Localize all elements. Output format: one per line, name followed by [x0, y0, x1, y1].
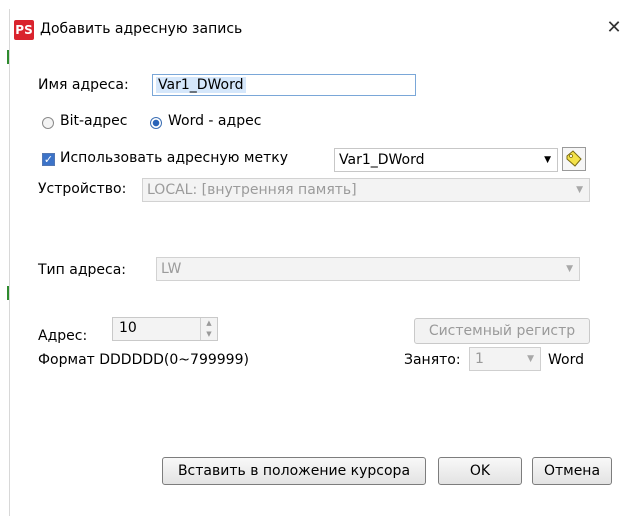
cancel-button[interactable]: Отмена — [532, 457, 612, 485]
close-icon[interactable]: ✕ — [604, 17, 624, 39]
chevron-down-icon: ▼ — [576, 185, 583, 195]
use-address-tag-label[interactable]: Использовать адресную метку — [60, 150, 288, 166]
app-icon: PS — [14, 20, 34, 40]
use-address-tag-checkbox[interactable]: ✓ — [42, 153, 55, 166]
chevron-down-icon: ▼ — [527, 354, 534, 364]
occupied-unit: Word — [548, 352, 584, 368]
device-combo[interactable]: LOCAL: [внутренняя память] ▼ — [142, 178, 590, 202]
chevron-down-icon: ▼ — [566, 264, 573, 274]
insert-at-cursor-button[interactable]: Вставить в положение курсора — [162, 457, 426, 485]
tag-button[interactable] — [562, 147, 586, 171]
dialog-title: Добавить адресную запись — [40, 21, 243, 37]
background-window-top — [9, 0, 630, 9]
bit-address-label[interactable]: Bit-адрес — [60, 113, 128, 129]
word-address-radio[interactable] — [150, 117, 162, 129]
address-type-label: Тип адреса: — [38, 262, 127, 278]
device-label: Устройство: — [38, 181, 127, 197]
chevron-down-icon: ▼ — [544, 155, 551, 165]
address-name-label: Имя адреса: — [38, 77, 129, 93]
word-address-label[interactable]: Word - адрес — [168, 113, 261, 129]
address-type-value: LW — [161, 261, 182, 277]
occupied-combo[interactable]: 1 ▼ — [469, 347, 541, 371]
address-spinner[interactable]: 10 ▲ ▼ — [112, 317, 218, 341]
address-type-combo[interactable]: LW ▼ — [156, 257, 580, 281]
bit-address-radio[interactable] — [42, 117, 54, 129]
occupied-value: 1 — [475, 351, 484, 367]
spin-buttons[interactable]: ▲ ▼ — [200, 318, 217, 340]
spin-up-icon[interactable]: ▲ — [201, 318, 217, 329]
address-format: Формат DDDDDD(0~799999) — [38, 352, 249, 368]
spin-down-icon[interactable]: ▼ — [201, 329, 217, 340]
ok-button[interactable]: OK — [438, 457, 522, 485]
address-tag-combo[interactable]: Var1_DWord ▼ — [334, 148, 558, 172]
address-value: 10 — [119, 320, 137, 336]
address-label: Адрес: — [38, 328, 88, 344]
address-name-value: Var1_DWord — [156, 77, 246, 93]
occupied-label: Занято: — [404, 352, 461, 368]
address-tag-value: Var1_DWord — [339, 152, 425, 168]
address-name-input[interactable]: Var1_DWord — [152, 74, 416, 96]
tag-icon — [566, 150, 582, 167]
device-value: LOCAL: [внутренняя память] — [147, 182, 357, 198]
system-register-button[interactable]: Системный регистр — [414, 318, 590, 344]
